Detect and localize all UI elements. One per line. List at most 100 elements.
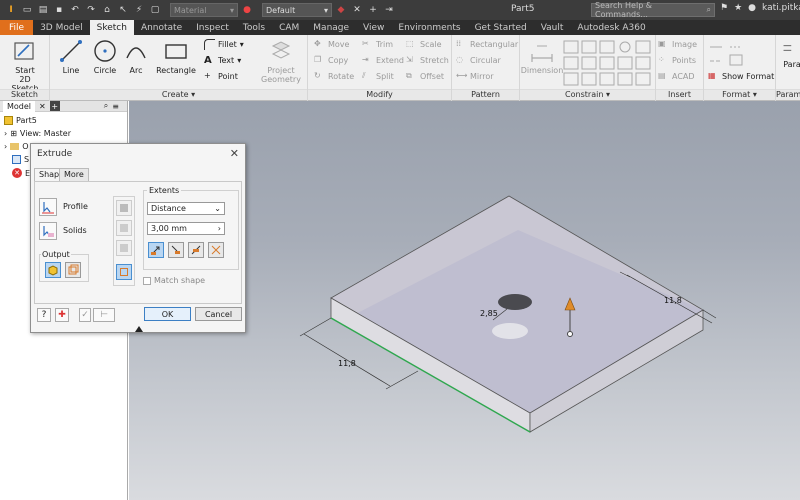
update-icon[interactable]: ⚡	[132, 3, 146, 17]
project-geometry-button[interactable]: Project Geometry	[258, 38, 304, 84]
favorite-icon[interactable]: ★	[734, 3, 742, 13]
tab-inspect[interactable]: Inspect	[189, 20, 236, 35]
intersect-button[interactable]	[116, 240, 132, 256]
tab-environments[interactable]: Environments	[391, 20, 467, 35]
search-icon[interactable]: ⌕	[707, 5, 711, 15]
app-menu-icon[interactable]: I	[4, 3, 18, 17]
parameters-button[interactable]: Para	[780, 38, 800, 69]
add-browser-icon[interactable]: +	[49, 101, 60, 111]
undo-icon[interactable]: ↶	[68, 3, 82, 17]
tab-autodesk-a360[interactable]: Autodesk A360	[570, 20, 652, 35]
mirror-button[interactable]: ⟷ Mirror	[456, 71, 494, 82]
extend-button[interactable]: ⇥ Extend	[362, 55, 404, 66]
tab-manage[interactable]: Manage	[306, 20, 356, 35]
point-button[interactable]: + Point	[204, 71, 238, 82]
new-solid-button[interactable]	[116, 264, 132, 280]
chevron-down-icon[interactable]: ▾	[753, 90, 757, 99]
acad-button[interactable]: ▤ ACAD	[658, 71, 695, 82]
search-icon[interactable]: ⌕	[104, 101, 108, 111]
match-shape-checkbox[interactable]	[143, 276, 151, 285]
direction-symmetric-button[interactable]	[188, 242, 204, 258]
tab-annotate[interactable]: Annotate	[134, 20, 189, 35]
ok-button[interactable]: OK	[144, 307, 191, 321]
expand-icon[interactable]: ›	[4, 142, 7, 151]
offset-button[interactable]: ⧉ Offset	[406, 71, 444, 82]
appearance-adjust-icon[interactable]: ◆	[334, 3, 348, 17]
split-button[interactable]: ⫽ Split	[362, 71, 394, 82]
appearance-dropdown[interactable]: Default ▾	[262, 3, 332, 17]
tab-view[interactable]: View	[356, 20, 391, 35]
select-icon[interactable]: ↖	[116, 3, 130, 17]
match-shape-option[interactable]: Match shape	[143, 276, 205, 285]
width-dimension-text[interactable]: 11,8	[338, 359, 356, 368]
show-format-button[interactable]: ▦ Show Format	[708, 71, 774, 82]
more-icon[interactable]: ⇥	[382, 3, 396, 17]
help-icon[interactable]: ?	[37, 308, 51, 322]
join-button[interactable]	[116, 200, 132, 216]
chevron-down-icon[interactable]: ▾	[606, 90, 610, 99]
tree-item-sketch[interactable]: S	[4, 155, 29, 164]
chevron-down-icon[interactable]: ▾	[191, 90, 195, 99]
hole-dimension-text[interactable]: 2,85	[480, 309, 498, 318]
tab-more[interactable]: More	[59, 168, 89, 181]
output-solid-button[interactable]	[45, 262, 61, 278]
clear-appearance-icon[interactable]: ✕	[350, 3, 364, 17]
direction-asymmetric-button[interactable]	[208, 242, 224, 258]
user-icon[interactable]: ●	[748, 3, 756, 13]
image-button[interactable]: ▣ Image	[658, 39, 697, 50]
new-icon[interactable]: ▭	[20, 3, 34, 17]
home-icon[interactable]: ⌂	[100, 3, 114, 17]
arc-button[interactable]: Arc	[122, 38, 150, 75]
expand-icon[interactable]: ›	[4, 129, 7, 138]
close-icon[interactable]: ✕	[39, 102, 46, 111]
expand-dialog-icon[interactable]	[135, 326, 143, 332]
direction-flipped-button[interactable]	[168, 242, 184, 258]
trim-button[interactable]: ✂ Trim	[362, 39, 393, 50]
preview-checkbox[interactable]: ✓	[79, 308, 91, 322]
cut-button[interactable]	[116, 220, 132, 236]
measure-icon[interactable]: ▢	[148, 3, 162, 17]
color-wheel-icon[interactable]: ●	[240, 3, 254, 17]
copy-button[interactable]: ❐ Copy	[314, 55, 348, 66]
tree-item-view[interactable]: › ⊞ View: Master	[4, 129, 71, 138]
tab-vault[interactable]: Vault	[534, 20, 571, 35]
points-button[interactable]: ⁘ Points	[658, 55, 696, 66]
dimension-button[interactable]: Dimension	[521, 38, 563, 75]
depth-dimension-text[interactable]: 11,8	[664, 296, 682, 305]
add-icon[interactable]: +	[366, 3, 380, 17]
search-input[interactable]: Search Help & Commands... ⌕	[591, 1, 715, 19]
line-button[interactable]: Line	[56, 38, 86, 75]
tree-item-origin[interactable]: › O	[4, 142, 29, 151]
menu-icon[interactable]: ≡	[112, 102, 119, 111]
tree-item-end[interactable]: ✕ E	[4, 168, 30, 178]
redo-icon[interactable]: ↷	[84, 3, 98, 17]
stretch-button[interactable]: ⇲ Stretch	[406, 55, 449, 66]
browser-tab-model[interactable]: Model	[3, 100, 36, 112]
extents-type-select[interactable]: Distance ⌄	[147, 202, 225, 215]
tree-item-part[interactable]: Part5	[4, 116, 37, 125]
save-icon[interactable]: ▪	[52, 3, 66, 17]
rectangle-button[interactable]: Rectangle	[154, 38, 198, 75]
output-surface-button[interactable]	[65, 262, 81, 278]
open-icon[interactable]: ▤	[36, 3, 50, 17]
tab-get-started[interactable]: Get Started	[468, 20, 534, 35]
user-name[interactable]: kati.pitkan	[762, 3, 800, 13]
material-dropdown[interactable]: Material ▾	[170, 3, 238, 17]
scale-button[interactable]: ⬚ Scale	[406, 39, 442, 50]
measure-icon[interactable]: ⊢	[93, 308, 115, 322]
add-feature-icon[interactable]: ✚	[55, 308, 69, 322]
profile-select-button[interactable]	[39, 198, 57, 216]
fillet-button[interactable]: Fillet ▾	[204, 39, 244, 50]
solids-select-button[interactable]	[39, 222, 57, 240]
circular-pattern-button[interactable]: ◌ Circular	[456, 55, 501, 66]
close-icon[interactable]: ✕	[230, 147, 239, 160]
text-button[interactable]: A Text ▾	[204, 55, 241, 66]
help-icon[interactable]: ⚑	[720, 3, 728, 13]
direction-default-button[interactable]	[148, 242, 164, 258]
move-button[interactable]: ✥ Move	[314, 39, 349, 50]
circle-button[interactable]: Circle	[90, 38, 120, 75]
cancel-button[interactable]: Cancel	[195, 307, 242, 321]
tab-tools[interactable]: Tools	[236, 20, 272, 35]
rectangular-pattern-button[interactable]: ⁞⁞ Rectangular	[456, 39, 518, 50]
start-2d-sketch-button[interactable]: Start 2D Sketch	[6, 38, 44, 93]
